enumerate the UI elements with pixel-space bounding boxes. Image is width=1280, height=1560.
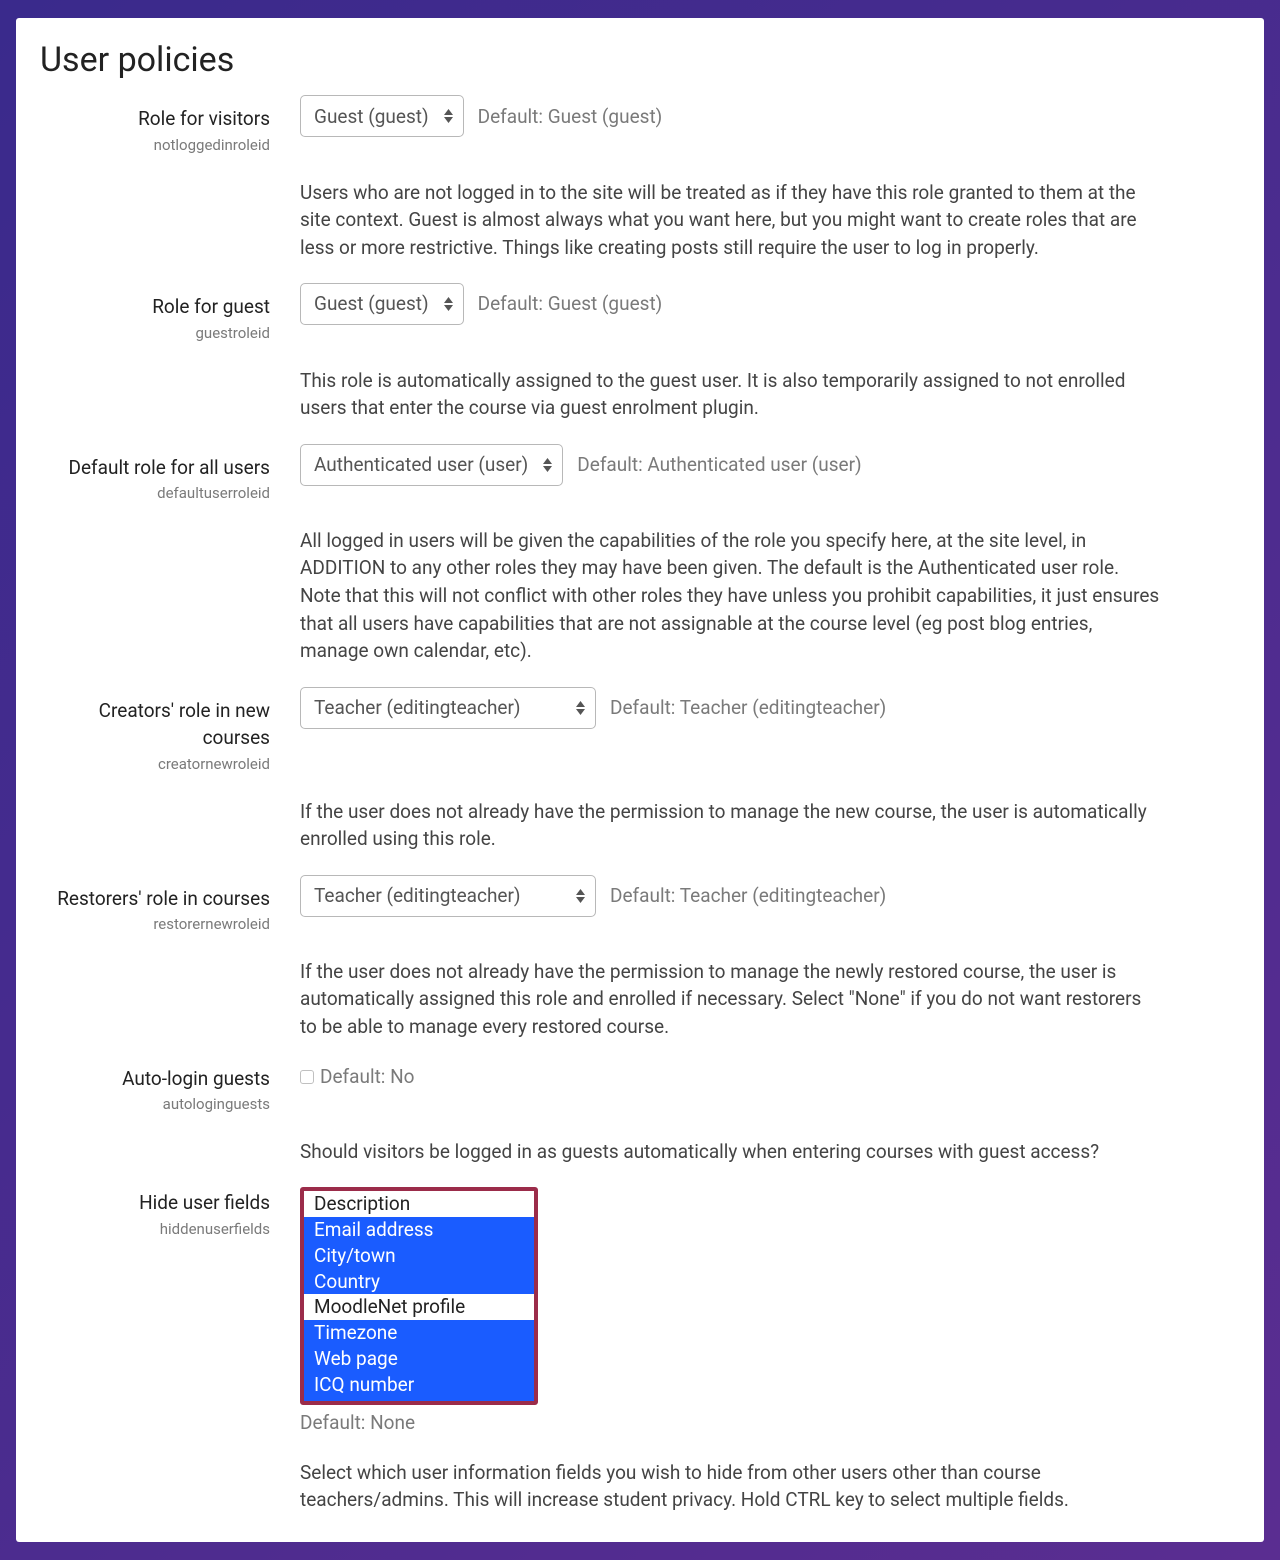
listbox-option[interactable]: Description <box>304 1191 534 1217</box>
visitor-role-value: Guest (guest) <box>314 103 429 131</box>
listbox-option[interactable]: Timezone <box>304 1320 534 1346</box>
listbox-option[interactable]: City/town <box>304 1243 534 1269</box>
hide-user-fields-desc-row: Select which user information fields you… <box>40 1459 1240 1514</box>
guest-role-default: Default: Guest (guest) <box>478 290 663 318</box>
hide-user-fields-default: Default: None <box>300 1409 1240 1437</box>
hide-user-fields-key: hiddenuserfields <box>40 1219 270 1241</box>
autologin-guests-key: autologinguests <box>40 1094 270 1116</box>
default-user-role-label: Default role for all users <box>40 454 270 482</box>
restorer-role-default: Default: Teacher (editingteacher) <box>610 882 886 910</box>
default-user-role-key: defaultuserroleid <box>40 483 270 505</box>
creator-role-label: Creators' role in new courses <box>40 697 270 752</box>
autologin-guests-desc-row: Should visitors be logged in as guests a… <box>40 1138 1240 1166</box>
creator-role-desc: If the user does not already have the pe… <box>300 798 1160 853</box>
hide-user-fields-desc: Select which user information fields you… <box>300 1459 1160 1514</box>
creator-role-desc-row: If the user does not already have the pe… <box>40 798 1240 853</box>
setting-guest-role: Role for guest guestroleid Guest (guest)… <box>40 283 1240 344</box>
default-user-role-select[interactable]: Authenticated user (user) <box>300 444 563 486</box>
hide-user-fields-listbox-border: DescriptionEmail addressCity/townCountry… <box>300 1187 538 1405</box>
restorer-role-key: restorernewroleid <box>40 914 270 936</box>
creator-role-key: creatornewroleid <box>40 754 270 776</box>
chevron-updown-icon <box>576 701 585 715</box>
visitor-role-select[interactable]: Guest (guest) <box>300 95 464 137</box>
creator-role-default: Default: Teacher (editingteacher) <box>610 694 886 722</box>
listbox-option[interactable]: Web page <box>304 1346 534 1372</box>
settings-card: User policies Role for visitors notlogge… <box>16 18 1264 1542</box>
listbox-option[interactable]: MoodleNet profile <box>304 1294 534 1320</box>
setting-restorer-role: Restorers' role in courses restorernewro… <box>40 875 1240 936</box>
restorer-role-label: Restorers' role in courses <box>40 885 270 913</box>
guest-role-key: guestroleid <box>40 323 270 345</box>
guest-role-label: Role for guest <box>40 293 270 321</box>
setting-autologin-guests: Auto-login guests autologinguests Defaul… <box>40 1063 1240 1116</box>
autologin-guests-label: Auto-login guests <box>40 1065 270 1093</box>
restorer-role-desc: If the user does not already have the pe… <box>300 958 1160 1041</box>
creator-role-value: Teacher (editingteacher) <box>314 694 521 722</box>
page-title: User policies <box>40 36 1240 85</box>
chevron-updown-icon <box>543 458 552 472</box>
restorer-role-desc-row: If the user does not already have the pe… <box>40 958 1240 1041</box>
default-user-role-desc: All logged in users will be given the ca… <box>300 527 1160 665</box>
autologin-guests-checkbox[interactable] <box>300 1070 314 1084</box>
chevron-updown-icon <box>576 889 585 903</box>
creator-role-select[interactable]: Teacher (editingteacher) <box>300 687 596 729</box>
chevron-updown-icon <box>444 109 453 123</box>
listbox-option[interactable]: Email address <box>304 1217 534 1243</box>
setting-default-user-role: Default role for all users defaultuserro… <box>40 444 1240 505</box>
visitor-role-key: notloggedinroleid <box>40 135 270 157</box>
guest-role-value: Guest (guest) <box>314 290 429 318</box>
visitor-role-default: Default: Guest (guest) <box>478 103 663 131</box>
default-user-role-desc-row: All logged in users will be given the ca… <box>40 527 1240 665</box>
guest-role-select[interactable]: Guest (guest) <box>300 283 464 325</box>
visitor-role-desc: Users who are not logged in to the site … <box>300 179 1160 262</box>
restorer-role-select[interactable]: Teacher (editingteacher) <box>300 875 596 917</box>
listbox-option[interactable]: Skype ID <box>304 1397 534 1401</box>
default-user-role-default: Default: Authenticated user (user) <box>577 451 861 479</box>
setting-visitor-role: Role for visitors notloggedinroleid Gues… <box>40 95 1240 156</box>
default-user-role-value: Authenticated user (user) <box>314 451 528 479</box>
hide-user-fields-label: Hide user fields <box>40 1189 270 1217</box>
visitor-role-desc-row: Users who are not logged in to the site … <box>40 179 1240 262</box>
hide-user-fields-listbox[interactable]: DescriptionEmail addressCity/townCountry… <box>304 1191 534 1401</box>
setting-creator-role: Creators' role in new courses creatornew… <box>40 687 1240 776</box>
restorer-role-value: Teacher (editingteacher) <box>314 882 521 910</box>
chevron-updown-icon <box>444 297 453 311</box>
guest-role-desc: This role is automatically assigned to t… <box>300 367 1160 422</box>
visitor-role-label: Role for visitors <box>40 105 270 133</box>
listbox-option[interactable]: Country <box>304 1269 534 1295</box>
autologin-guests-default: Default: No <box>320 1063 415 1091</box>
guest-role-desc-row: This role is automatically assigned to t… <box>40 367 1240 422</box>
setting-hide-user-fields: Hide user fields hiddenuserfields Descri… <box>40 1187 1240 1437</box>
listbox-option[interactable]: ICQ number <box>304 1372 534 1398</box>
autologin-guests-desc: Should visitors be logged in as guests a… <box>300 1138 1099 1166</box>
